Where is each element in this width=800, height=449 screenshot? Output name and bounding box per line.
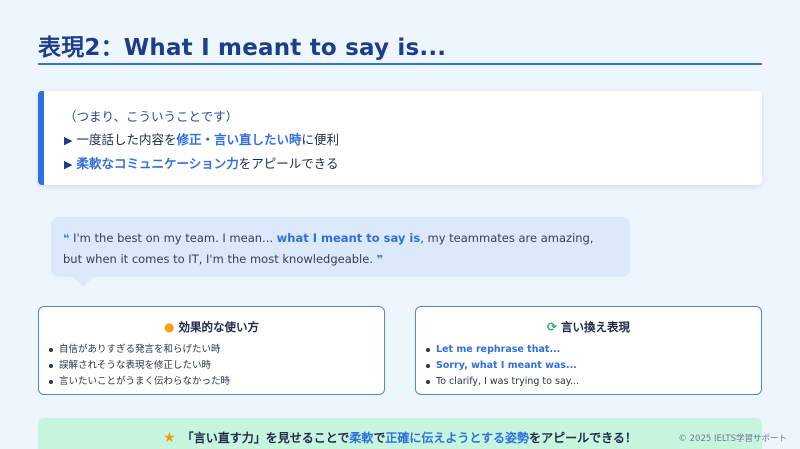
info-line-2-post: をアピールできる: [238, 156, 339, 171]
info-line-2: ▶ 柔軟なコミュニケーション力をアピールできる: [64, 152, 762, 176]
title-divider: [38, 63, 762, 65]
info-subtitle: （つまり、こういうことです）: [64, 109, 239, 124]
info-line-2-highlight: 柔軟なコミュニケーション力: [76, 156, 239, 171]
list-item: 言いたいことがうまく伝わらなかった時: [49, 374, 384, 390]
usage-list: 自信がありすぎる発言を和らげたい時 誤解されそうな表現を修正したい時 言いたいこ…: [49, 342, 384, 390]
quote-close-icon: ❞: [376, 253, 384, 266]
quote-open-icon: ❝: [63, 232, 70, 245]
star-icon: ★: [163, 430, 176, 446]
info-line-1-post: に便利: [301, 132, 340, 147]
triangle-right-icon: ▶: [64, 158, 73, 171]
banner-highlight-1: 柔軟: [349, 431, 374, 445]
copyright-footer: © 2025 IELTS学習サポート: [678, 434, 787, 444]
info-card: （つまり、こういうことです） ▶ 一度話した内容を修正・言い直したい時に便利 ▶ 柔…: [38, 91, 762, 185]
usage-card-title: 効果的な使い方: [178, 320, 259, 334]
refresh-icon: ⟳: [546, 320, 558, 334]
banner-text-1: 「言い直す力」を見せることで: [181, 431, 350, 445]
list-item: Let me rephrase that...: [426, 342, 761, 358]
example-quote: ❝ I'm the best on my team. I mean... wha…: [51, 217, 630, 287]
summary-banner: ★ 「言い直す力」を見せることで柔軟で正確に伝えようとする姿勢をアピールできる！: [38, 418, 762, 449]
quote-text-pre: I'm the best on my team. I mean...: [73, 231, 277, 245]
alternatives-card: ⟳ 言い換え表現 Let me rephrase that... Sorry, w…: [415, 306, 762, 395]
quote-highlight: what I meant to say is: [276, 231, 421, 245]
list-item: To clarify, I was trying to say...: [426, 374, 761, 390]
banner-text-3: をアピールできる！: [529, 431, 637, 445]
info-line-1-pre: 一度話した内容を: [76, 132, 177, 147]
banner-text-2: で: [373, 431, 386, 445]
alternatives-card-header: ⟳ 言い換え表現: [416, 319, 761, 335]
info-line-1: ▶ 一度話した内容を修正・言い直したい時に便利: [64, 128, 762, 152]
usage-card-header: ● 効果的な使い方: [39, 319, 384, 335]
banner-highlight-2: 正確に伝えようとする姿勢: [385, 431, 530, 445]
usage-card: ● 効果的な使い方 自信がありすぎる発言を和らげたい時 誤解されそうな表現を修正し…: [38, 306, 385, 395]
lightbulb-icon: ●: [164, 320, 175, 334]
alternatives-list: Let me rephrase that... Sorry, what I me…: [426, 342, 761, 390]
info-line-1-highlight: 修正・言い直したい時: [176, 132, 302, 147]
page-title: 表現2：What I meant to say is...: [38, 35, 447, 61]
alternatives-card-title: 言い換え表現: [561, 320, 631, 334]
list-item: 自信がありすぎる発言を和らげたい時: [49, 342, 384, 358]
triangle-right-icon: ▶: [64, 134, 73, 147]
list-item: 誤解されそうな表現を修正したい時: [49, 358, 384, 374]
list-item: Sorry, what I meant was...: [426, 358, 761, 374]
